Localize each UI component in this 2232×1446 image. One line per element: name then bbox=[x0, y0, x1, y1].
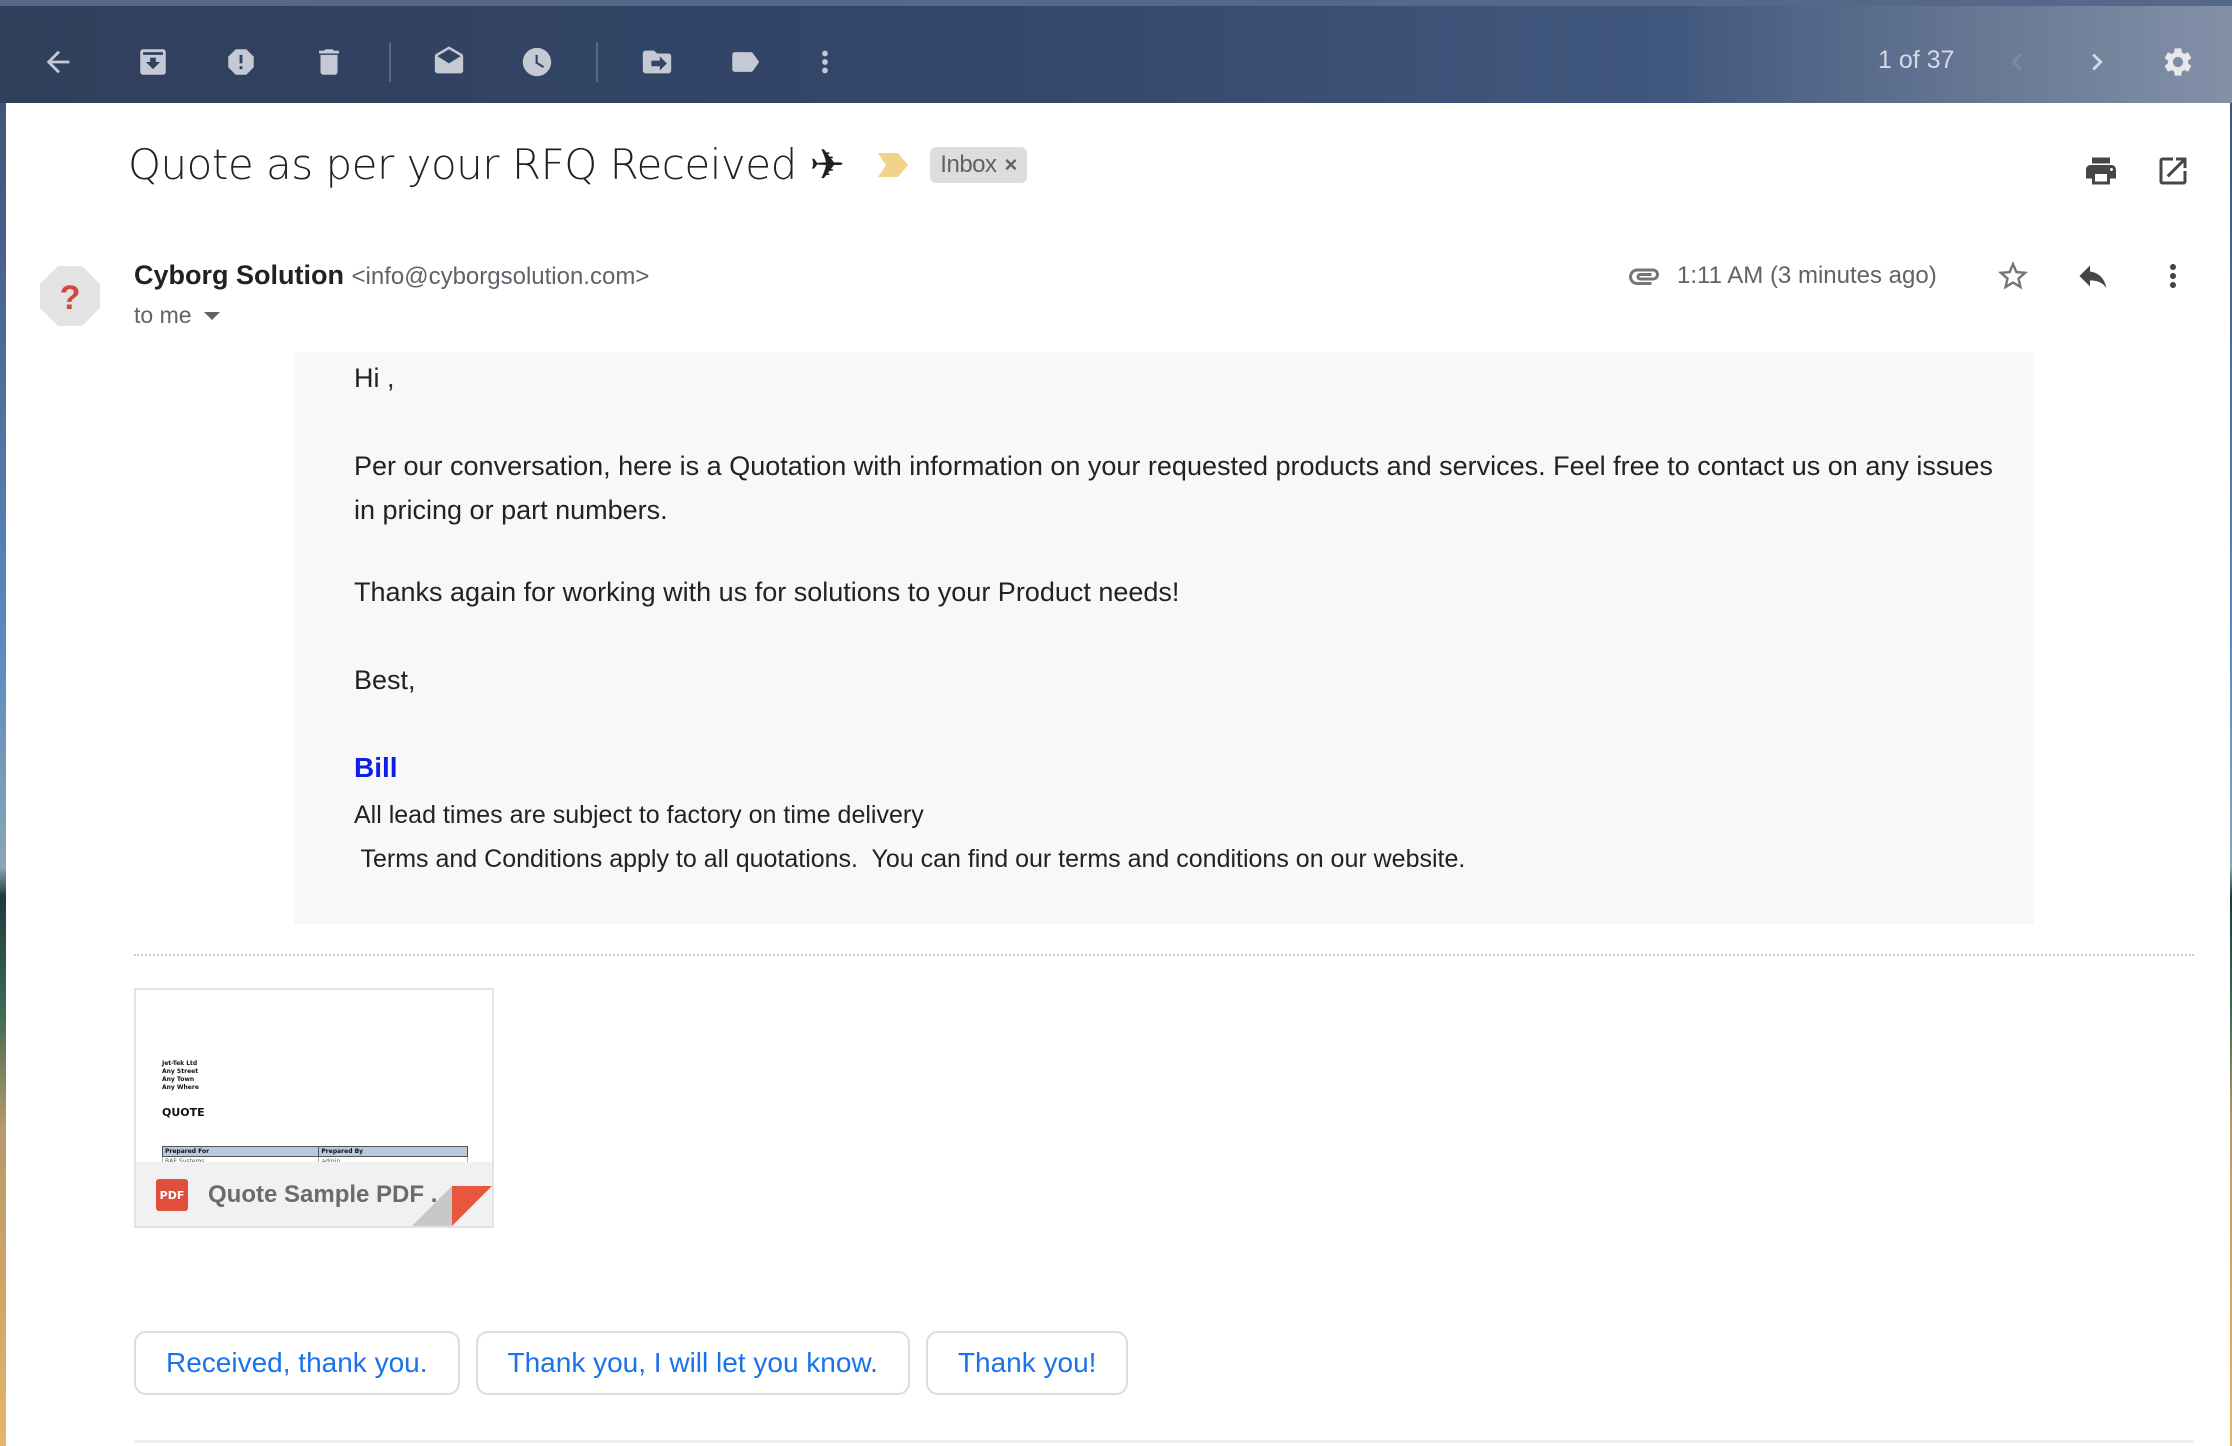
subject-line: Quote as per your RFQ Received ✈ Inbox × bbox=[128, 140, 1027, 189]
recipient-details-toggle[interactable]: to me bbox=[134, 302, 220, 329]
label-chip-inbox: Inbox × bbox=[930, 146, 1027, 183]
preview-table-header: Prepared For bbox=[161, 1146, 320, 1157]
body-greeting: Hi , bbox=[354, 363, 395, 393]
smart-replies: Received, thank you. Thank you, I will l… bbox=[134, 1331, 1129, 1395]
smart-reply-button[interactable]: Thank you, I will let you know. bbox=[475, 1331, 910, 1395]
smart-reply-button[interactable]: Received, thank you. bbox=[134, 1331, 460, 1395]
chevron-left-icon[interactable] bbox=[1998, 43, 2036, 81]
more-vert-icon[interactable] bbox=[806, 43, 844, 81]
sender-email: <info@cyborgsolution.com> bbox=[351, 263, 650, 290]
remove-label-icon[interactable]: × bbox=[1005, 152, 1018, 178]
open-in-new-window-icon[interactable] bbox=[2153, 151, 2193, 191]
email-subject: Quote as per your RFQ Received ✈ bbox=[128, 140, 845, 189]
label-chip-text: Inbox bbox=[940, 150, 997, 178]
reply-icon[interactable] bbox=[2073, 256, 2113, 296]
signature-name: Bill bbox=[354, 752, 398, 783]
archive-icon[interactable] bbox=[134, 43, 172, 81]
delete-icon[interactable] bbox=[310, 43, 348, 81]
attachment-preview: Jet-Tek Ltd Any Street Any Town Any Wher… bbox=[136, 990, 492, 1167]
email-body: Hi , Per our conversation, here is a Quo… bbox=[294, 352, 2034, 924]
avatar-glyph: ? bbox=[60, 279, 81, 317]
gear-icon[interactable] bbox=[2159, 43, 2197, 81]
toolbar-divider bbox=[389, 42, 391, 82]
chevron-right-icon[interactable] bbox=[2078, 43, 2116, 81]
pager-count: 1 of 37 bbox=[1878, 46, 1955, 74]
more-options-icon[interactable] bbox=[2153, 256, 2193, 296]
body-closing: Best, bbox=[354, 665, 416, 695]
move-to-icon[interactable] bbox=[638, 43, 676, 81]
attachment-card[interactable]: Jet-Tek Ltd Any Street Any Town Any Wher… bbox=[134, 988, 494, 1228]
snooze-icon[interactable] bbox=[518, 43, 556, 81]
signature-line-2: Terms and Conditions apply to all quotat… bbox=[354, 845, 1466, 873]
preview-table-header: Prepared By bbox=[318, 1146, 468, 1157]
body-paragraph-1: Per our conversation, here is a Quotatio… bbox=[354, 451, 1993, 525]
sender-avatar[interactable]: ? bbox=[40, 266, 100, 326]
body-paragraph-2: Thanks again for working with us for sol… bbox=[354, 577, 1180, 607]
signature-line-1: All lead times are subject to factory on… bbox=[354, 801, 924, 829]
preview-address: Jet-Tek Ltd Any Street Any Town Any Wher… bbox=[162, 1060, 199, 1091]
email-timestamp: 1:11 AM (3 minutes ago) bbox=[1677, 262, 1937, 289]
toolbar-divider bbox=[596, 42, 598, 82]
attachment-clip-icon bbox=[1624, 256, 1664, 296]
label-icon[interactable] bbox=[726, 43, 764, 81]
importance-marker-icon[interactable] bbox=[878, 152, 909, 177]
recipient-text: to me bbox=[134, 302, 192, 328]
attachments-separator bbox=[134, 954, 2194, 956]
toolbar: 1 of 37 bbox=[0, 0, 2232, 103]
report-spam-icon[interactable] bbox=[222, 43, 260, 81]
back-icon[interactable] bbox=[39, 43, 77, 81]
smart-reply-button[interactable]: Thank you! bbox=[925, 1331, 1129, 1395]
pdf-file-icon: PDF bbox=[156, 1179, 188, 1211]
star-icon[interactable] bbox=[1993, 256, 2033, 296]
sender-line: Cyborg Solution <info@cyborgsolution.com… bbox=[134, 260, 649, 291]
sender-name[interactable]: Cyborg Solution bbox=[134, 260, 344, 290]
reply-area-divider bbox=[134, 1440, 2194, 1443]
caret-down-icon bbox=[203, 311, 220, 320]
preview-heading: QUOTE bbox=[162, 1106, 205, 1119]
page-fold-icon bbox=[412, 1186, 492, 1226]
print-icon[interactable] bbox=[2081, 151, 2121, 191]
mark-unread-icon[interactable] bbox=[430, 43, 468, 81]
